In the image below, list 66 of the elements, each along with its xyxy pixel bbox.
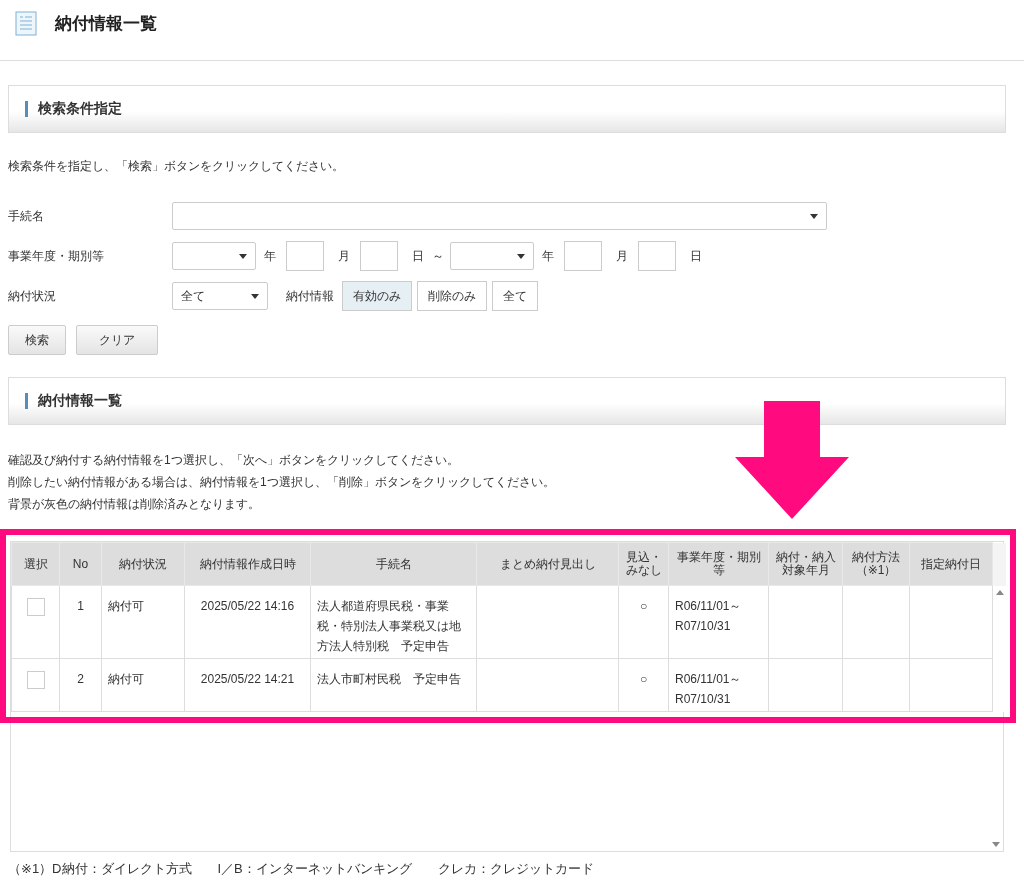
column-header: 納付・納入対象年月 — [768, 542, 843, 586]
section-title: 納付情報一覧 — [38, 392, 122, 410]
caret-icon — [239, 253, 247, 259]
action-button[interactable]: クリア — [76, 325, 158, 355]
column-header: 見込・みなし — [618, 542, 669, 586]
year-select[interactable] — [172, 242, 256, 270]
month-field[interactable] — [564, 241, 602, 271]
table-cell: 2025/05/22 14:16 — [200, 599, 295, 613]
month-field[interactable] — [286, 241, 324, 271]
footnote-text: （※1）D納付：ダイレクト方式 I／B：インターネットバンキング クレカ：クレジットカード — [8, 860, 595, 878]
select-value: 全て — [181, 287, 205, 305]
caret-icon — [251, 293, 259, 299]
filter-toggle[interactable]: 全て — [492, 281, 538, 311]
procedure-select[interactable] — [172, 202, 827, 230]
caret-icon — [517, 253, 525, 259]
page-title: 納付情報一覧 — [55, 12, 157, 35]
note-text: 背景が灰色の納付情報は削除済みとなります。 — [8, 496, 261, 513]
caret-icon — [810, 213, 818, 219]
table-cell: 法人市町村民税 予定申告 — [317, 672, 461, 686]
scroll-up-icon[interactable] — [996, 589, 1004, 595]
year-select[interactable] — [450, 242, 534, 270]
section-title: 検索条件指定 — [38, 100, 122, 118]
table-cell: R06/11/01～R07/10/31 — [675, 599, 742, 633]
note-text: 確認及び納付する納付情報を1つ選択し、「次へ」ボタンをクリックしてください。 — [8, 452, 460, 469]
unit-label: 日 — [412, 247, 424, 265]
column-header: 事業年度・期別等 — [668, 542, 769, 586]
filter-toggle[interactable]: 有効のみ — [342, 281, 412, 311]
action-button[interactable]: 検索 — [8, 325, 66, 355]
column-header: 納付方法（※1） — [842, 542, 910, 586]
field-label: 事業年度・期別等 — [8, 247, 105, 265]
down-arrow-icon — [735, 401, 849, 519]
table-cell: R06/11/01～R07/10/31 — [675, 672, 742, 706]
scroll-down-icon[interactable] — [992, 842, 1000, 847]
day-field[interactable] — [360, 241, 398, 271]
unit-label: 年 — [542, 247, 554, 265]
column-header: 手続名 — [310, 542, 477, 586]
column-header: 選択 — [11, 542, 60, 586]
column-header: 納付情報作成日時 — [184, 542, 311, 586]
day-field[interactable] — [638, 241, 676, 271]
column-header: 指定納付日 — [909, 542, 993, 586]
row-checkbox[interactable] — [26, 671, 45, 689]
unit-label: 日 — [690, 247, 702, 265]
table-cell: ○ — [639, 599, 648, 613]
status-select[interactable]: 全て — [172, 282, 268, 310]
field-label: 納付状況 — [8, 287, 57, 305]
filter-label: 納付情報 — [286, 287, 334, 305]
table-cell: 2025/05/22 14:21 — [200, 672, 295, 686]
table-cell: 納付可 — [108, 672, 144, 686]
column-header: まとめ納付見出し — [476, 542, 619, 586]
unit-label: 年 — [264, 247, 276, 265]
unit-label: 月 — [338, 247, 350, 265]
table-cell: ○ — [639, 672, 648, 686]
table-cell: 2 — [77, 672, 84, 686]
table-cell: 納付可 — [108, 599, 144, 613]
range-separator: ～ — [432, 247, 444, 265]
column-header: No — [59, 542, 102, 586]
table-cell: 法人都道府県民税・事業税・特別法人事業税又は地方法人特別税 予定申告 — [317, 599, 461, 653]
document-icon — [15, 10, 37, 36]
table-cell: 1 — [77, 599, 84, 613]
instruction-text: 検索条件を指定し、「検索」ボタンをクリックしてください。 — [8, 158, 345, 175]
field-label: 手続名 — [8, 207, 45, 225]
note-text: 削除したい納付情報がある場合は、納付情報を1つ選択し、「削除」ボタンをクリックしてください。 — [8, 474, 556, 491]
row-checkbox[interactable] — [26, 598, 45, 616]
filter-toggle[interactable]: 削除のみ — [417, 281, 487, 311]
unit-label: 月 — [616, 247, 628, 265]
column-header: 納付状況 — [101, 542, 185, 586]
